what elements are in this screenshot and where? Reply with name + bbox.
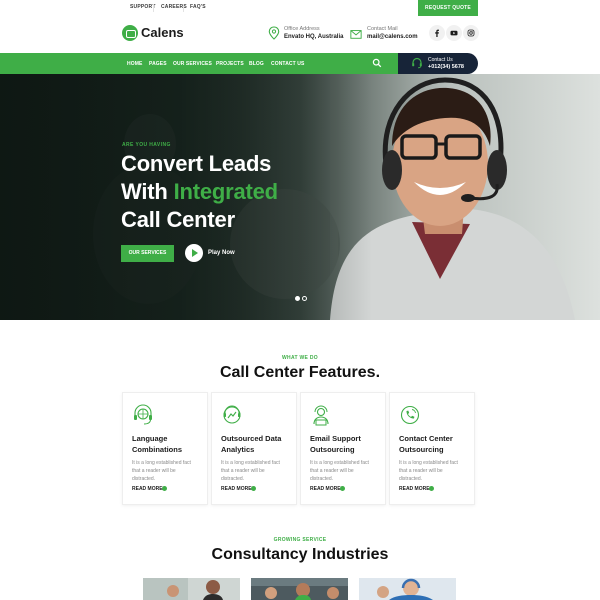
support-link[interactable]: SUPPORT <box>130 4 156 10</box>
play-now-label[interactable]: Play Now <box>208 250 235 256</box>
contact-mail-value[interactable]: mail@calens.com <box>367 34 418 40</box>
feature-card[interactable]: Language Combinations It is a long establ… <box>122 392 208 505</box>
our-services-button[interactable]: OUR SERVICES <box>121 245 174 262</box>
youtube-icon[interactable] <box>446 25 462 41</box>
office-address-value: Envato HQ, Australia <box>284 34 344 40</box>
phone-call-icon <box>400 405 420 425</box>
hero-title-line-1: Convert Leads <box>121 151 272 176</box>
feature-card[interactable]: Contact Center Outsourcing It is a long e… <box>389 392 475 505</box>
office-address-label: Office Address <box>284 26 320 32</box>
feature-card-description: It is a long established fact that a read… <box>132 460 191 482</box>
logo-text[interactable]: Calens <box>141 25 184 40</box>
hero-overlay <box>0 74 600 320</box>
faqs-link[interactable]: FAQ'S <box>190 4 206 10</box>
slider-dot[interactable] <box>302 296 307 301</box>
divider <box>153 4 154 12</box>
location-pin-icon <box>268 26 280 40</box>
support-agent-icon <box>313 405 329 426</box>
arrow-right-icon[interactable] <box>251 486 256 491</box>
industry-image[interactable] <box>251 578 348 600</box>
feature-card-description: It is a long established fact that a read… <box>399 460 458 482</box>
request-quote-button[interactable]: REQUEST QUOTE <box>418 0 478 16</box>
facebook-icon[interactable] <box>429 25 445 41</box>
feature-card-title: Outsourced Data Analytics <box>221 434 282 454</box>
nav-item-home[interactable]: HOME <box>127 61 142 67</box>
feature-card-title: Email Support Outsourcing <box>310 434 361 454</box>
feature-card-description: It is a long established fact that a read… <box>221 460 280 482</box>
divider <box>183 4 184 12</box>
contact-us-label: Contact Us <box>428 57 453 63</box>
hero-title-line-3: Call Center <box>121 207 235 232</box>
hero-title-line-2: With Integrated <box>121 179 278 205</box>
read-more-link[interactable]: READ MORE <box>310 486 341 492</box>
industry-image[interactable] <box>143 578 240 600</box>
nav-item-blog[interactable]: BLOG <box>249 61 264 67</box>
hero-eyebrow: ARE YOU HAVING <box>122 142 171 148</box>
hero-banner <box>0 74 600 320</box>
play-icon[interactable] <box>185 244 203 262</box>
feature-card[interactable]: Outsourced Data Analytics It is a long es… <box>211 392 297 505</box>
features-eyebrow: WHAT WE DO <box>282 355 318 361</box>
feature-card[interactable]: Email Support Outsourcing It is a long es… <box>300 392 386 505</box>
arrow-right-icon[interactable] <box>429 486 434 491</box>
search-icon[interactable] <box>372 58 382 68</box>
nav-item-pages[interactable]: PAGES <box>149 61 167 67</box>
contact-phone-number[interactable]: +012(34) 5678 <box>428 64 464 70</box>
headset-globe-icon <box>134 404 152 425</box>
feature-card-title: Contact Center Outsourcing <box>399 434 453 454</box>
read-more-link[interactable]: READ MORE <box>399 486 430 492</box>
headset-icon <box>412 57 422 69</box>
logo-icon[interactable] <box>122 25 138 41</box>
nav-item-contact-us[interactable]: CONTACT US <box>271 61 304 67</box>
slider-dot-active[interactable] <box>295 296 300 301</box>
hero-title-prefix: With <box>121 179 174 204</box>
hero-title-accent: Integrated <box>173 179 279 204</box>
arrow-right-icon[interactable] <box>340 486 345 491</box>
read-more-link[interactable]: READ MORE <box>221 486 252 492</box>
industry-image[interactable] <box>359 578 456 600</box>
feature-card-title: Language Combinations <box>132 434 182 454</box>
arrow-right-icon[interactable] <box>162 486 167 491</box>
contact-mail-label: Contact Mail <box>367 26 398 32</box>
envelope-icon <box>350 30 362 39</box>
nav-item-projects[interactable]: PROJECTS <box>216 61 244 67</box>
top-bar: SUPPORT CAREERS FAQ'S REQUEST QUOTE <box>0 0 600 16</box>
instagram-icon[interactable] <box>463 25 479 41</box>
feature-card-description: It is a long established fact that a read… <box>310 460 369 482</box>
features-title: Call Center Features. <box>219 364 381 381</box>
consultancy-title: Consultancy Industries <box>211 546 389 563</box>
read-more-link[interactable]: READ MORE <box>132 486 163 492</box>
consultancy-eyebrow: GROWING SERVICE <box>273 537 327 543</box>
nav-item-our-services[interactable]: OUR SERVICES <box>173 61 212 67</box>
headset-chart-icon <box>223 405 241 424</box>
